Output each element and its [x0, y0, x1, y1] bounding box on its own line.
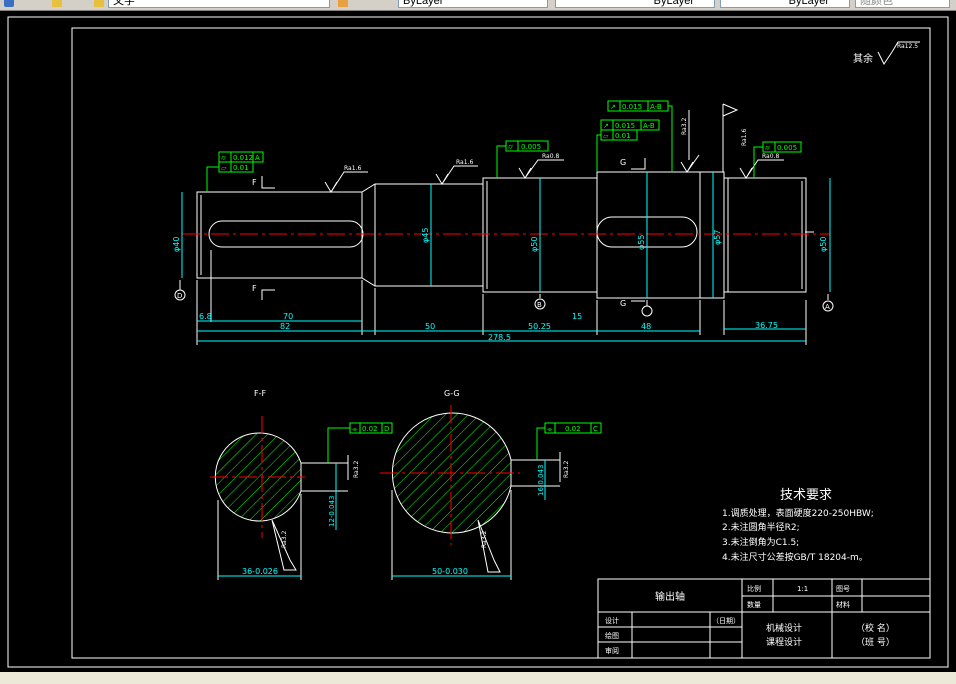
outer-frame [7, 16, 949, 668]
technical-requirements: 技术要求 1.调质处理，表面硬度220-250HBW; 2.未注圆角半径R2; … [722, 488, 874, 563]
svg-text:Ra3.2: Ra3.2 [681, 118, 688, 135]
svg-text:0.02: 0.02 [362, 425, 378, 433]
svg-text:D: D [177, 292, 182, 300]
svg-text:0.005: 0.005 [521, 143, 541, 151]
svg-text:50.25: 50.25 [528, 322, 551, 331]
inner-frame [71, 27, 931, 659]
svg-text:50: 50 [425, 322, 435, 331]
svg-text:0.012: 0.012 [233, 154, 253, 162]
roughness-note-other: 其余 Ra12.5 [853, 41, 920, 65]
svg-text:φ40: φ40 [172, 237, 181, 252]
svg-text:0.005: 0.005 [777, 144, 797, 152]
svg-text:Ra1.6: Ra1.6 [344, 165, 361, 172]
svg-text:2.未注圆角半径R2;: 2.未注圆角半径R2; [722, 521, 800, 533]
svg-text:（班 号）: （班 号） [856, 636, 895, 648]
svg-text:数量: 数量 [747, 600, 761, 609]
datum-markers: D B A [174, 280, 834, 317]
svg-text:6.8: 6.8 [199, 312, 212, 321]
svg-text:0.01: 0.01 [233, 164, 249, 172]
svg-text:机械设计: 机械设计 [766, 622, 802, 634]
svg-text:Ra3.2: Ra3.2 [481, 531, 488, 548]
svg-text:（校 名）: （校 名） [856, 622, 895, 634]
svg-text:φ50: φ50 [819, 237, 828, 252]
title-block: 输出轴 比例 1:1 图号 数量 材料 设计 （日期） 绘图 审阅 机械设计 课… [597, 578, 931, 659]
svg-text:F: F [252, 284, 257, 293]
svg-text:15: 15 [572, 312, 582, 321]
svg-text:Ra3.2: Ra3.2 [563, 461, 570, 478]
svg-text:16-0.043: 16-0.043 [537, 465, 545, 496]
svg-text:36.75: 36.75 [755, 321, 778, 330]
svg-text:Ra12.5: Ra12.5 [897, 43, 918, 50]
svg-text:（日期）: （日期） [712, 617, 740, 625]
svg-text:12-0.043: 12-0.043 [328, 496, 336, 527]
svg-text:82: 82 [280, 322, 290, 331]
svg-text:G: G [620, 299, 626, 308]
svg-text:A-B: A-B [643, 122, 655, 130]
svg-text:课程设计: 课程设计 [766, 636, 802, 648]
svg-text:↗: ↗ [610, 103, 616, 111]
svg-text:其余: 其余 [853, 52, 873, 65]
svg-text:输出轴: 输出轴 [655, 590, 685, 603]
svg-text:3.未注倒角为C1.5;: 3.未注倒角为C1.5; [722, 536, 799, 548]
svg-text:Ra0.8: Ra0.8 [542, 153, 559, 160]
svg-text:比例: 比例 [747, 584, 761, 593]
svg-text:A: A [825, 303, 830, 311]
svg-text:↗: ↗ [603, 122, 609, 130]
svg-text:绘图: 绘图 [605, 631, 619, 640]
svg-text:0.02: 0.02 [565, 425, 581, 433]
svg-text:图号: 图号 [836, 585, 850, 593]
svg-text:φ50: φ50 [530, 237, 539, 252]
svg-text:0.015: 0.015 [615, 122, 635, 130]
svg-text:⌭: ⌭ [765, 144, 770, 152]
svg-text:G: G [620, 158, 626, 167]
svg-text:0.01: 0.01 [615, 132, 631, 140]
svg-text:0.015: 0.015 [622, 103, 642, 111]
diameter-dimensions: φ40 φ45 φ50 φ55 φ57 φ50 [172, 172, 831, 298]
svg-text:⌯: ⌯ [352, 425, 358, 433]
shaft-roughness-marks: Ra1.6 Ra1.6 Ra0.8 Ra3.2 Ra1.6 Ra0.8 [324, 103, 784, 193]
svg-text:1:1: 1:1 [797, 585, 808, 593]
svg-text:B: B [537, 301, 542, 309]
cad-drawing-canvas[interactable]: 其余 Ra12.5 φ40 φ45 φ50 φ55 φ57 φ50 6.8 70… [0, 0, 956, 684]
svg-text:A: A [255, 154, 260, 162]
svg-text:φ55: φ55 [637, 235, 646, 250]
shaft-main-view [182, 171, 830, 299]
svg-text:70: 70 [283, 312, 293, 321]
svg-text:▱: ▱ [221, 164, 227, 172]
svg-text:36-0.026: 36-0.026 [242, 567, 278, 576]
section-f-f: F-F 36-0.026 12-0.043 ⌯ 0.02 D Ra3.2 Ra3 [210, 389, 393, 580]
svg-text:材料: 材料 [836, 600, 850, 609]
svg-text:4.未注尺寸公差按GB/T 18204-m。: 4.未注尺寸公差按GB/T 18204-m。 [722, 551, 868, 563]
svg-text:φ57: φ57 [713, 230, 722, 245]
svg-text:⌭: ⌭ [508, 143, 513, 151]
svg-text:D: D [384, 425, 389, 433]
section-g-g: G-G 50-0.030 16-0.043 ⌯ 0.02 C Ra3.2 Ra3… [380, 389, 602, 580]
svg-text:F: F [252, 178, 257, 187]
svg-text:技术要求: 技术要求 [780, 488, 832, 503]
svg-text:G-G: G-G [444, 389, 460, 398]
svg-text:Ra1.6: Ra1.6 [456, 159, 473, 166]
svg-text:278.5: 278.5 [488, 333, 511, 342]
svg-text:设计: 设计 [605, 616, 619, 625]
svg-text:F-F: F-F [254, 389, 266, 398]
svg-text:▱: ▱ [603, 132, 609, 140]
svg-text:50-0.030: 50-0.030 [432, 567, 468, 576]
svg-text:φ45: φ45 [421, 228, 430, 243]
svg-text:C: C [593, 425, 598, 433]
svg-text:Ra0.8: Ra0.8 [762, 153, 779, 160]
svg-text:A-B: A-B [650, 103, 662, 111]
svg-text:Ra3.2: Ra3.2 [281, 531, 288, 548]
status-bar [0, 672, 956, 684]
svg-text:⌯: ⌯ [547, 425, 553, 433]
svg-text:审阅: 审阅 [605, 646, 619, 655]
svg-text:48: 48 [641, 322, 651, 331]
svg-text:Ra3.2: Ra3.2 [353, 461, 360, 478]
svg-text:⌭: ⌭ [221, 154, 226, 162]
tolerance-frame-4: ↗ 0.015 A-B ▱ 0.01 [596, 119, 660, 172]
svg-text:Ra1.6: Ra1.6 [741, 129, 748, 146]
svg-text:1.调质处理，表面硬度220-250HBW;: 1.调质处理，表面硬度220-250HBW; [722, 507, 874, 519]
